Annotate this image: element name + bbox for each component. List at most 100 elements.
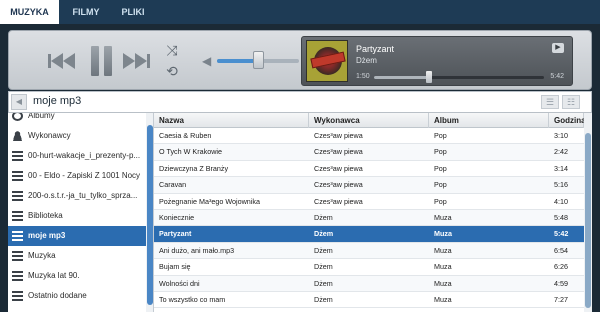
column-header-album[interactable]: Album — [429, 113, 549, 128]
playlist-icon — [12, 291, 23, 301]
volume-knob[interactable] — [253, 51, 264, 69]
table-cell: O Tych W Krakowie — [159, 147, 222, 157]
table-row[interactable]: Pożegnanie Ma³ego Wojownika Czes³aw piewa… — [154, 194, 584, 210]
table-cell: Dżem — [314, 295, 333, 304]
table-cell: 5:42 — [554, 229, 569, 239]
playlist-icon — [12, 171, 23, 181]
sidebar-item-label: 00-hurt-wakacje_i_prezenty-p... — [28, 151, 141, 160]
table-row[interactable]: Caravan Czes³aw piewa Pop 5:16 — [154, 177, 584, 194]
table-cell: Bujam się — [159, 262, 191, 272]
total-time: 5:42 — [550, 73, 564, 80]
now-playing-title: Partyzant — [356, 44, 395, 54]
table-scroll-thumb[interactable] — [585, 133, 591, 308]
now-playing-artist: Dżem — [356, 56, 377, 65]
table-row[interactable]: O Tych W Krakowie Czes³aw piewa Pop 2:42 — [154, 144, 584, 161]
table-cell: Muza — [434, 229, 452, 239]
sidebar-item-label: Albumy — [28, 113, 55, 120]
sidebar-item-label: Wykonawcy — [28, 131, 71, 140]
pause-icon — [91, 46, 99, 76]
tab-pliki[interactable]: PLIKI — [112, 0, 154, 24]
table-cell: Muza — [434, 278, 452, 288]
sidebar-item-label: 200-o.s.t.r.-ja_tu_tylko_sprza... — [28, 191, 138, 200]
table-row[interactable]: Bujam się Dżem Muza 6:26 — [154, 259, 584, 276]
table-cell: Muza — [434, 245, 452, 255]
table-cell: Partyzant — [159, 229, 192, 239]
list-view-icon[interactable]: ☰ — [541, 95, 559, 109]
table-cell: 4:59 — [554, 278, 568, 288]
table-row[interactable]: Wolności dni Dżem Muza 4:59 — [154, 275, 584, 292]
column-header-godzina[interactable]: Godzina — [549, 113, 586, 128]
table-cell: 3:14 — [554, 163, 568, 173]
table-cell: Czes³aw piewa — [314, 196, 363, 206]
column-header-nazwa[interactable]: Nazwa — [154, 113, 309, 128]
sidebar-item[interactable]: 00 - Eldo - Zapiski Z 1001 Nocy — [8, 166, 146, 186]
sidebar-item[interactable]: Biblioteka — [8, 206, 146, 226]
table-cell: Dżem — [314, 262, 333, 272]
table-cell: Czes³aw piewa — [314, 131, 363, 140]
progress-knob[interactable] — [426, 71, 432, 83]
column-header-wykonawca[interactable]: Wykonawca — [309, 113, 429, 128]
sidebar-item-label: 00 - Eldo - Zapiski Z 1001 Nocy — [28, 171, 141, 180]
table-cell: To wszystko co mam — [159, 295, 226, 304]
sidebar-item[interactable]: 200-o.s.t.r.-ja_tu_tylko_sprza... — [8, 186, 146, 206]
back-arrow-icon[interactable]: ◀ — [11, 94, 27, 110]
table-cell: Czes³aw piewa — [314, 180, 363, 190]
table-row[interactable]: Dziewczyna Z Branży Czes³aw piewa Pop 3:14 — [154, 161, 584, 178]
sidebar-item-label: Muzyka — [28, 251, 56, 260]
table-cell: Czes³aw piewa — [314, 163, 363, 173]
table-cell: 4:10 — [554, 196, 568, 206]
sidebar-item-label: Biblioteka — [28, 211, 63, 220]
sidebar-item-label: Ostatnio dodane — [28, 291, 87, 300]
table-cell: Pop — [434, 163, 447, 173]
sidebar-item[interactable]: Muzyka — [8, 246, 146, 266]
table-cell: Muza — [434, 295, 452, 304]
pause-button[interactable] — [91, 46, 113, 76]
table-cell: Czes³aw piewa — [314, 147, 363, 157]
repeat-icon[interactable]: ⟲ — [164, 64, 180, 78]
tab-bar: MUZYKA FILMY PLIKI — [0, 0, 600, 24]
table-row[interactable]: Ani dużo, ani mało.mp3 Dżem Muza 6:54 — [154, 242, 584, 260]
table-cell: Pożegnanie Ma³ego Wojownika — [159, 196, 260, 206]
page-title: moje mp3 — [33, 95, 82, 107]
progress-bar[interactable] — [374, 76, 544, 79]
table-cell: 3:10 — [554, 131, 568, 140]
table-cell: Pop — [434, 196, 447, 206]
sidebar-item-label: moje mp3 — [28, 231, 66, 240]
table-row[interactable]: Partyzant Dżem Muza 5:42 — [154, 226, 584, 243]
player-bar: ⤨ ⟲ ◀ Partyzant Dżem 1:50 5:42 ▶ — [8, 30, 592, 90]
table-cell: Dziewczyna Z Branży — [159, 163, 229, 173]
sidebar-item[interactable]: Ostatnio dodane — [8, 286, 146, 306]
mini-play-icon[interactable]: ▶ — [552, 43, 564, 53]
shuffle-icon[interactable]: ⤨ — [164, 43, 180, 57]
grid-view-icon[interactable]: ☷ — [562, 95, 580, 109]
table-row[interactable]: Koniecznie Dżem Muza 5:48 — [154, 210, 584, 227]
table-row[interactable]: To wszystko co mam Dżem Muza 7:27 — [154, 292, 584, 309]
artist-icon — [12, 131, 23, 141]
table-scrollbar[interactable] — [584, 113, 592, 312]
sidebar-item[interactable]: moje mp3 — [8, 226, 146, 246]
playlist-icon — [12, 231, 23, 241]
sidebar-scroll-thumb[interactable] — [147, 125, 153, 305]
tab-filmy[interactable]: FILMY — [60, 0, 112, 24]
table-cell: 2:42 — [554, 147, 568, 157]
next-track-icon[interactable] — [121, 52, 151, 70]
now-playing-panel: Partyzant Dżem 1:50 5:42 ▶ — [301, 36, 573, 86]
table-cell: Dżem — [314, 213, 333, 222]
table-cell: 7:27 — [554, 295, 568, 304]
table-cell: Pop — [434, 147, 447, 157]
sidebar-scrollbar[interactable] — [146, 113, 153, 312]
sidebar-item[interactable]: Albumy — [8, 113, 146, 126]
elapsed-time: 1:50 — [356, 73, 370, 80]
previous-track-icon[interactable] — [47, 52, 77, 70]
sidebar-item[interactable]: Muzyka lat 90. — [8, 266, 146, 286]
volume-icon: ◀ — [202, 54, 212, 68]
sidebar-item-label: Muzyka lat 90. — [28, 271, 80, 280]
sidebar-item[interactable]: Wykonawcy — [8, 126, 146, 146]
table-row[interactable]: Caesia & Ruben Czes³aw piewa Pop 3:10 — [154, 128, 584, 145]
sidebar: Ostatnio dodane Muzyka lat 90. Muzyka moje … — [8, 113, 154, 312]
table-cell: Koniecznie — [159, 213, 195, 222]
tab-muzyka[interactable]: MUZYKA — [0, 0, 59, 24]
table-cell: Ani dużo, ani mało.mp3 — [159, 245, 235, 255]
sidebar-item[interactable]: 00-hurt-wakacje_i_prezenty-p... — [8, 146, 146, 166]
table-cell: Caravan — [159, 180, 187, 190]
